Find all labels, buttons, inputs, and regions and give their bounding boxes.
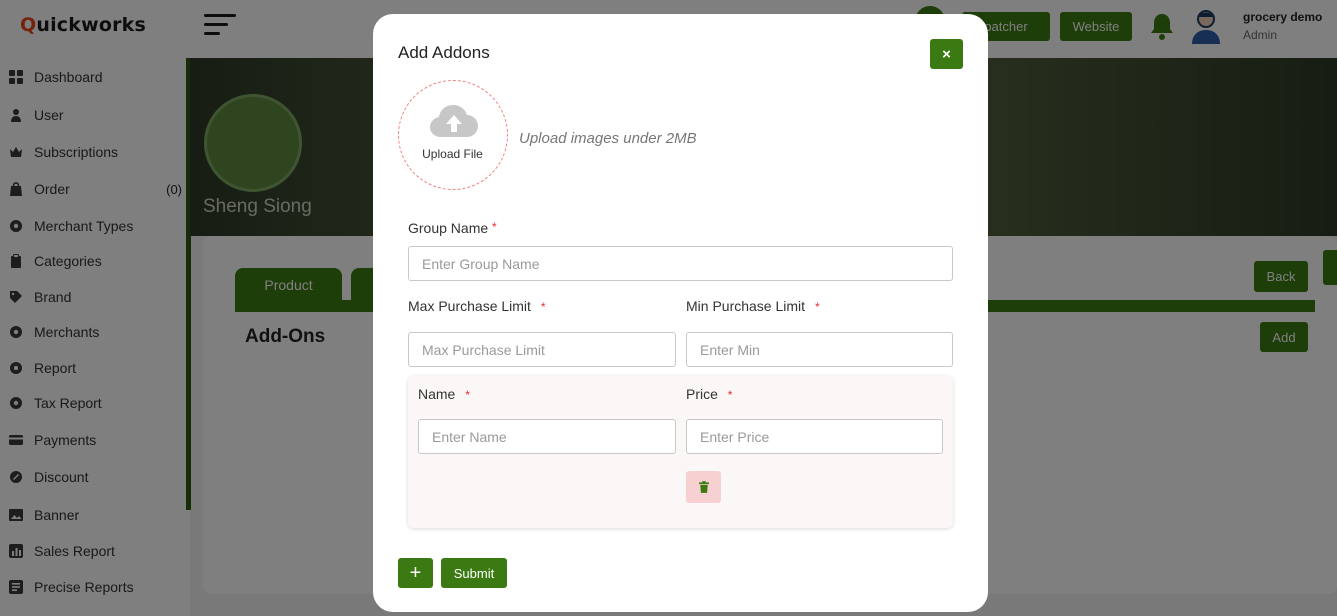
close-button[interactable]: × [930,39,963,69]
required-mark: * [492,220,497,234]
item-name-input[interactable] [418,419,676,454]
submit-button[interactable]: Submit [441,558,507,588]
add-item-button[interactable]: + [398,558,433,588]
item-price-label: Price * [686,386,733,402]
upload-hint: Upload images under 2MB [519,130,697,147]
delete-item-button[interactable] [686,471,721,503]
add-addons-modal: Add Addons × Upload File Upload images u… [373,14,988,612]
group-name-input[interactable] [408,246,953,281]
group-name-label: Group Name * [408,220,497,236]
required-mark: * [727,388,733,402]
item-price-input[interactable] [686,419,943,454]
min-purchase-limit-input[interactable] [686,332,953,367]
max-purchase-limit-label: Max Purchase Limit * [408,298,546,314]
required-mark: * [465,388,470,402]
cloud-upload-icon [430,105,478,137]
upload-file-button[interactable]: Upload File [398,80,508,190]
modal-title: Add Addons [398,43,490,62]
trash-icon [698,481,709,493]
required-mark: * [814,300,820,314]
item-name-label: Name * [418,386,470,402]
required-mark: * [540,300,546,314]
max-purchase-limit-input[interactable] [408,332,676,367]
min-purchase-limit-label: Min Purchase Limit * [686,298,820,314]
upload-label: Upload File [422,147,483,161]
